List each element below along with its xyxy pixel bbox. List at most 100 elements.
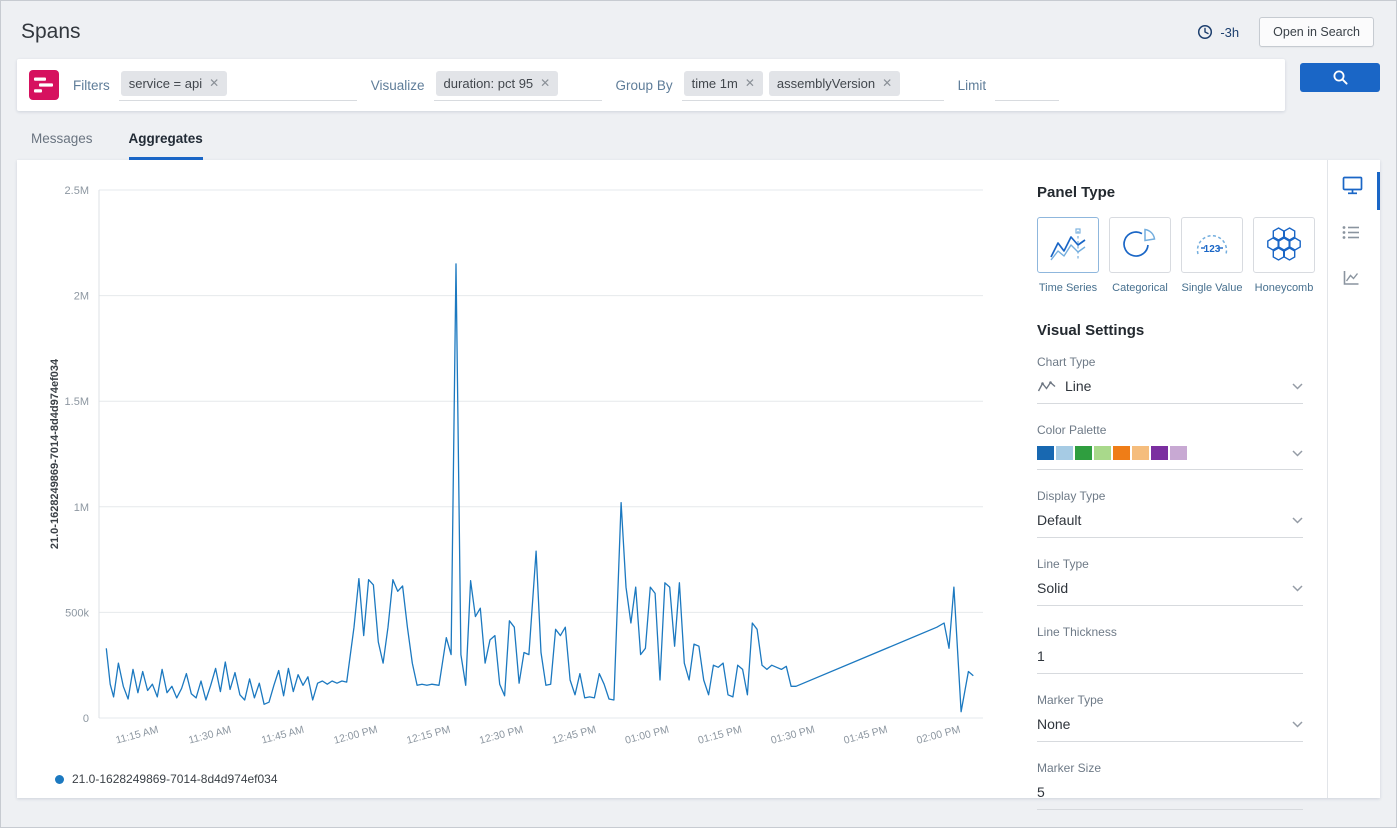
timeseries-plot[interactable]: 0500k1M1.5M2M2.5M11:15 AM11:30 AM11:45 A…	[21, 168, 1011, 756]
tab-messages[interactable]: Messages	[31, 131, 93, 160]
svg-text:2.5M: 2.5M	[65, 185, 89, 197]
legend-label: 21.0-1628249869-7014-8d4d974ef034	[72, 772, 278, 786]
chevron-down-icon	[1292, 450, 1303, 457]
page-header: Spans -3h Open in Search	[1, 1, 1396, 59]
group-by-field: Group By time 1m ✕ assemblyVersion ✕	[616, 69, 944, 101]
group-by-chip-time-label: time 1m	[692, 76, 738, 91]
spans-icon	[29, 70, 59, 100]
panel-type-time-series[interactable]: Time Series	[1037, 217, 1099, 294]
chevron-down-icon	[1292, 383, 1303, 390]
color-palette-select[interactable]	[1037, 446, 1303, 470]
palette-swatches	[1037, 446, 1284, 460]
palette-swatch	[1132, 446, 1149, 460]
search-button[interactable]	[1300, 63, 1380, 92]
svg-text:2M: 2M	[74, 291, 89, 303]
panel-type-label: Single Value	[1181, 282, 1243, 294]
group-by-chip-time[interactable]: time 1m ✕	[684, 71, 763, 96]
monitor-icon	[1342, 176, 1366, 195]
time-range-picker[interactable]: -3h	[1197, 24, 1239, 40]
marker-type-value: None	[1037, 716, 1284, 732]
svg-text:500k: 500k	[65, 607, 89, 619]
filter-chip-label: service = api	[129, 76, 202, 91]
panel-settings: Panel Type Time Series	[1011, 160, 1327, 798]
group-by-chip-assembly-label: assemblyVersion	[777, 76, 875, 91]
svg-text:12:30 PM: 12:30 PM	[478, 723, 525, 746]
chart-type-value: Line	[1065, 378, 1284, 394]
filters-input[interactable]: service = api ✕	[119, 69, 357, 101]
svg-text:12:00 PM: 12:00 PM	[332, 723, 379, 746]
chevron-down-icon	[1292, 585, 1303, 592]
panel-type-categorical[interactable]: Categorical	[1109, 217, 1171, 294]
remove-chip-icon[interactable]: ✕	[540, 77, 550, 89]
marker-size-field: Marker Size	[1037, 761, 1303, 810]
line-thickness-field: Line Thickness	[1037, 625, 1303, 674]
tab-aggregates[interactable]: Aggregates	[129, 131, 203, 160]
legend-view-button[interactable]	[1342, 225, 1366, 240]
svg-text:01:45 PM: 01:45 PM	[842, 723, 889, 746]
svg-text:01:15 PM: 01:15 PM	[697, 723, 744, 746]
chevron-down-icon	[1292, 721, 1303, 728]
line-thickness-control[interactable]	[1037, 648, 1303, 674]
palette-swatch	[1056, 446, 1073, 460]
line-type-value: Solid	[1037, 580, 1284, 596]
chart-type-select[interactable]: Line	[1037, 378, 1303, 404]
view-mode-strip	[1327, 160, 1380, 798]
remove-chip-icon[interactable]: ✕	[882, 77, 892, 89]
legend-dot	[55, 775, 64, 784]
panel-type-heading: Panel Type	[1037, 184, 1303, 201]
active-view-indicator	[1377, 172, 1380, 210]
aggregates-panel: 21.0-1628249869-7014-8d4d974ef034 0500k1…	[17, 160, 1380, 798]
time-range-label: -3h	[1220, 25, 1239, 40]
color-palette-label: Color Palette	[1037, 423, 1303, 437]
marker-type-select[interactable]: None	[1037, 716, 1303, 742]
palette-swatch	[1170, 446, 1187, 460]
filters-label: Filters	[73, 78, 110, 93]
panel-type-options: Time Series Categorical	[1037, 217, 1303, 294]
visualize-chip[interactable]: duration: pct 95 ✕	[436, 71, 559, 96]
group-by-input[interactable]: time 1m ✕ assemblyVersion ✕	[682, 69, 944, 101]
chart-type-label: Chart Type	[1037, 355, 1303, 369]
palette-swatch	[1037, 446, 1054, 460]
limit-input[interactable]	[995, 69, 1059, 101]
axes-view-button[interactable]	[1342, 270, 1366, 287]
chart-y-axis-label: 21.0-1628249869-7014-8d4d974ef034	[49, 314, 61, 594]
marker-size-label: Marker Size	[1037, 761, 1303, 775]
group-by-chip-assembly[interactable]: assemblyVersion ✕	[769, 71, 900, 96]
limit-field: Limit	[958, 69, 1060, 101]
visualize-input[interactable]: duration: pct 95 ✕	[434, 69, 602, 101]
line-type-select[interactable]: Solid	[1037, 580, 1303, 606]
panel-type-single-value[interactable]: 123 Single Value	[1181, 217, 1243, 294]
limit-label: Limit	[958, 78, 987, 93]
line-type-field: Line Type Solid	[1037, 557, 1303, 606]
chart-type-field: Chart Type Line	[1037, 355, 1303, 404]
display-type-field: Display Type Default	[1037, 489, 1303, 538]
filters-field: Filters service = api ✕	[73, 69, 357, 101]
chart-view-button[interactable]	[1342, 176, 1366, 195]
marker-size-input[interactable]	[1037, 784, 1303, 800]
svg-text:11:30 AM: 11:30 AM	[187, 724, 232, 747]
legend-item[interactable]: 21.0-1628249869-7014-8d4d974ef034	[55, 772, 278, 786]
limit-input-text[interactable]	[997, 75, 1051, 91]
panel-type-honeycomb[interactable]: Honeycomb	[1253, 217, 1315, 294]
palette-swatch	[1094, 446, 1111, 460]
open-in-search-button[interactable]: Open in Search	[1259, 17, 1374, 47]
svg-text:11:15 AM: 11:15 AM	[114, 724, 159, 747]
panel-type-label: Honeycomb	[1253, 282, 1315, 294]
remove-chip-icon[interactable]: ✕	[745, 77, 755, 89]
svg-text:1M: 1M	[74, 502, 89, 514]
group-by-label: Group By	[616, 78, 673, 93]
color-palette-field: Color Palette	[1037, 423, 1303, 470]
display-type-label: Display Type	[1037, 489, 1303, 503]
visualize-field: Visualize duration: pct 95 ✕	[371, 69, 602, 101]
display-type-select[interactable]: Default	[1037, 512, 1303, 538]
display-type-value: Default	[1037, 512, 1284, 528]
palette-swatch	[1075, 446, 1092, 460]
chevron-down-icon	[1292, 517, 1303, 524]
marker-size-control[interactable]	[1037, 784, 1303, 810]
result-tabs: Messages Aggregates	[1, 111, 1396, 160]
line-thickness-input[interactable]	[1037, 648, 1303, 664]
single-value-icon: 123	[1192, 226, 1232, 264]
remove-chip-icon[interactable]: ✕	[209, 77, 219, 89]
query-bar: Filters service = api ✕ Visualize durati…	[17, 59, 1380, 111]
filter-chip[interactable]: service = api ✕	[121, 71, 227, 96]
